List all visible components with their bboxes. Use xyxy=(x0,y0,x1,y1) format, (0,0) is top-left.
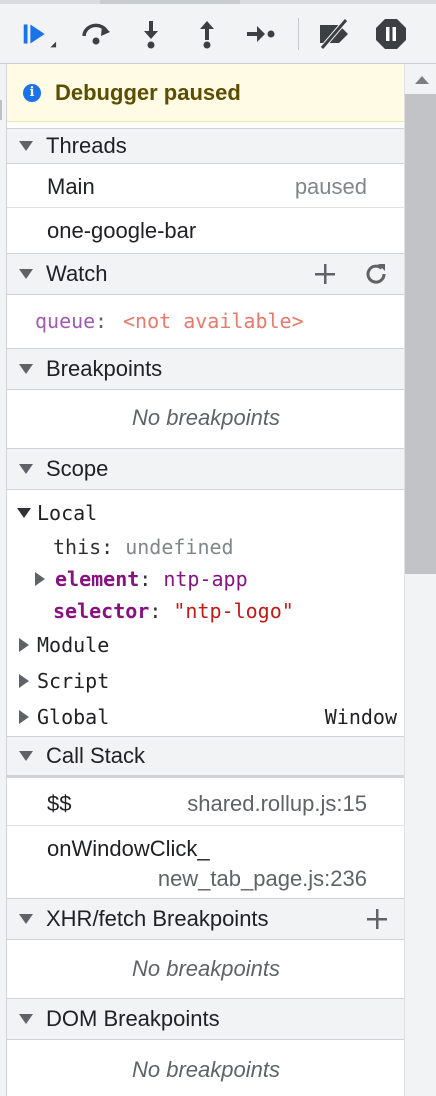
scope-global-label: Global xyxy=(37,705,110,729)
thread-name: one-google-bar xyxy=(47,218,197,243)
watch-expression[interactable]: queue : <not available> xyxy=(7,295,404,347)
step-over-button[interactable] xyxy=(76,14,116,54)
thread-status: paused xyxy=(294,174,367,199)
step-button[interactable] xyxy=(241,14,281,54)
scope-global-value: Window xyxy=(324,705,397,729)
section-title: DOM Breakpoints xyxy=(46,1006,220,1031)
refresh-icon[interactable] xyxy=(363,261,389,287)
scope-global[interactable]: Global Window xyxy=(7,700,404,734)
step-over-icon xyxy=(82,23,110,45)
debugger-sidebar: i Debugger paused Threads Main paused on… xyxy=(6,64,404,1096)
thread-name: Main xyxy=(47,174,95,199)
property-value: "ntp-logo" xyxy=(173,599,294,623)
expand-triangle-icon xyxy=(19,710,29,724)
expand-triangle-icon xyxy=(35,572,45,586)
pause-on-exceptions-button[interactable] xyxy=(371,14,411,54)
scope-script[interactable]: Script xyxy=(7,664,404,698)
call-frame[interactable]: $$ shared.rollup.js:15 xyxy=(7,780,404,826)
resume-icon xyxy=(23,24,57,48)
call-frame-location: shared.rollup.js:15 xyxy=(187,791,367,816)
chevron-down-icon xyxy=(19,464,33,474)
chevron-down-icon xyxy=(19,751,33,761)
scope-property-element[interactable]: element : ntp-app xyxy=(7,562,404,596)
chevron-down-icon xyxy=(19,141,33,151)
breakpoints-header[interactable]: Breakpoints xyxy=(7,348,404,390)
resume-button[interactable] xyxy=(18,14,58,54)
call-frame[interactable]: onWindowClick_ new_tab_page.js:236 xyxy=(7,826,404,896)
property-colon: : xyxy=(101,535,114,559)
watch-expression-value: <not available> xyxy=(123,309,304,333)
expand-triangle-icon xyxy=(19,674,29,688)
scope-module-label: Module xyxy=(37,633,110,657)
property-value: undefined xyxy=(125,535,234,559)
watch-header[interactable]: Watch xyxy=(7,253,404,295)
section-title: Breakpoints xyxy=(46,356,163,381)
pause-on-exceptions-icon xyxy=(376,19,406,49)
dom-breakpoints-empty-message: No breakpoints xyxy=(132,1057,280,1082)
add-xhr-breakpoint-icon[interactable] xyxy=(365,907,389,931)
paused-banner: i Debugger paused xyxy=(7,64,404,122)
expand-triangle-icon xyxy=(17,508,31,518)
scope-header[interactable]: Scope xyxy=(7,448,404,490)
thread-item-main[interactable]: Main paused xyxy=(7,164,404,208)
step-icon xyxy=(247,26,275,42)
section-title: Call Stack xyxy=(46,743,146,768)
scope-local-label: Local xyxy=(37,501,98,525)
breakpoints-empty-message: No breakpoints xyxy=(132,405,280,430)
sidebar-scrollbar[interactable] xyxy=(404,64,436,1096)
scroll-up-arrow-icon[interactable] xyxy=(415,76,429,84)
property-value: ntp-app xyxy=(163,567,248,591)
deactivate-breakpoints-button[interactable] xyxy=(314,14,354,54)
section-title: Watch xyxy=(46,261,108,286)
debugger-toolbar xyxy=(0,0,436,64)
watch-expression-name: queue xyxy=(35,309,96,333)
property-name: this xyxy=(53,535,102,559)
step-into-button[interactable] xyxy=(131,14,171,54)
chevron-down-icon xyxy=(19,364,33,374)
step-into-icon xyxy=(144,21,158,49)
section-title: XHR/fetch Breakpoints xyxy=(46,906,269,931)
property-name: selector xyxy=(53,599,150,623)
scope-property-this[interactable]: this : undefined xyxy=(7,530,404,564)
call-stack-header[interactable]: Call Stack xyxy=(7,736,404,778)
xhr-breakpoints-empty-message: No breakpoints xyxy=(132,956,280,981)
call-frame-location: new_tab_page.js:236 xyxy=(157,866,367,891)
deactivate-breakpoints-icon xyxy=(320,18,348,50)
section-title: Threads xyxy=(46,133,127,158)
chevron-down-icon xyxy=(19,269,33,279)
paused-message: Debugger paused xyxy=(55,79,241,105)
scope-script-label: Script xyxy=(37,669,110,693)
section-title: Scope xyxy=(46,456,109,481)
chevron-down-icon xyxy=(19,1014,33,1024)
property-name: element xyxy=(55,567,140,591)
threads-header[interactable]: Threads xyxy=(7,128,404,164)
chevron-down-icon xyxy=(19,914,33,924)
scope-module[interactable]: Module xyxy=(7,628,404,662)
call-frame-function: onWindowClick_ xyxy=(47,836,210,861)
toolbar-separator xyxy=(298,18,299,50)
dom-breakpoints-header[interactable]: DOM Breakpoints xyxy=(7,998,404,1040)
property-colon: : xyxy=(139,567,152,591)
expand-triangle-icon xyxy=(19,638,29,652)
info-icon: i xyxy=(23,83,41,102)
step-out-button[interactable] xyxy=(187,14,227,54)
panel-resize-strip[interactable] xyxy=(0,0,436,4)
thread-item-one-google-bar[interactable]: one-google-bar xyxy=(7,208,404,252)
call-frame-function: $$ xyxy=(47,791,72,816)
step-out-icon xyxy=(200,21,214,49)
property-colon: : xyxy=(149,599,162,623)
scope-local[interactable]: Local xyxy=(7,496,404,530)
scrollbar-thumb[interactable] xyxy=(405,94,436,574)
watch-expression-separator: : xyxy=(95,309,108,333)
scope-property-selector[interactable]: selector : "ntp-logo" xyxy=(7,594,404,628)
add-watch-expression-icon[interactable] xyxy=(313,262,337,286)
xhr-breakpoints-header[interactable]: XHR/fetch Breakpoints xyxy=(7,898,404,940)
